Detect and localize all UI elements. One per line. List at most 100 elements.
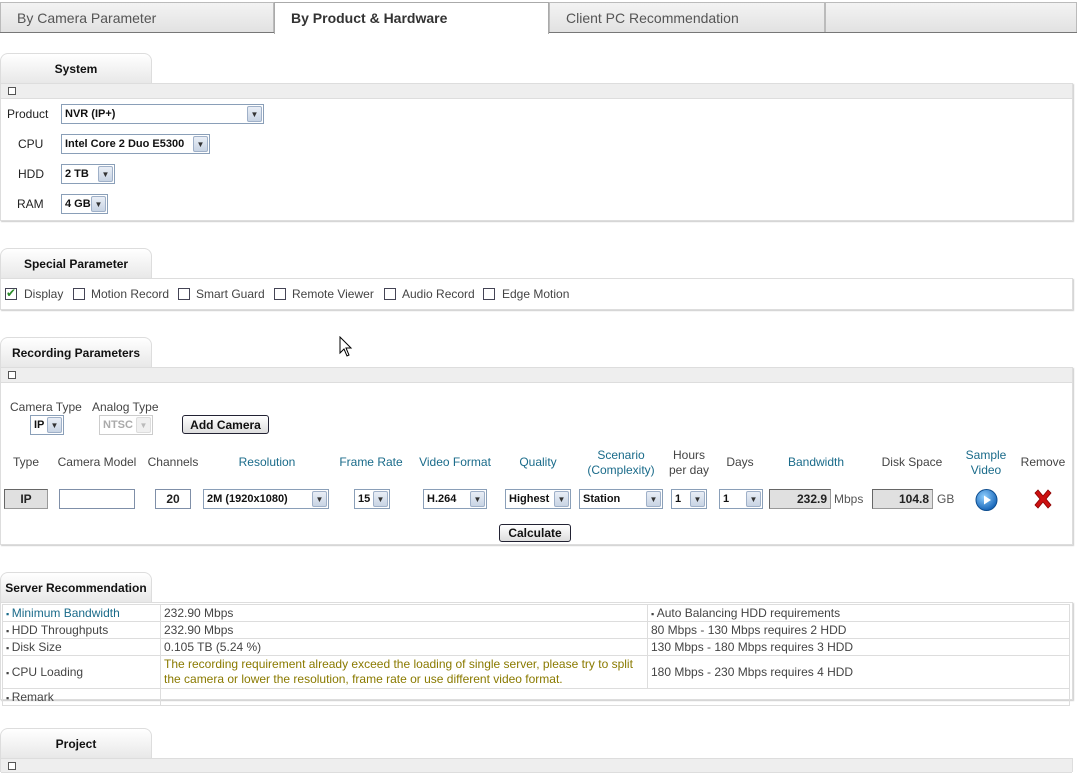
col-frame-rate: Frame Rate [339, 455, 403, 469]
days-value: 1 [723, 493, 730, 505]
disk-space-unit: GB [937, 492, 955, 506]
mouse-cursor-icon [339, 336, 353, 357]
project-collapse-bar[interactable] [1, 759, 1072, 773]
col-camera-model: Camera Model [57, 455, 137, 469]
disk-size-label: Disk Size [2, 638, 161, 656]
table-row: Remark [2, 688, 1070, 706]
product-select-value: NVR (IP+) [65, 108, 116, 120]
audio-record-checkbox-label: Audio Record [402, 287, 475, 301]
auto-balancing-label: Auto Balancing HDD requirements [647, 604, 1070, 622]
tab-bar: By Camera Parameter By Product & Hardwar… [0, 0, 1077, 34]
chevron-down-icon: ▼ [193, 136, 208, 152]
calculate-button[interactable]: Calculate [499, 524, 571, 542]
server-section-title: Server Recommendation [0, 572, 152, 602]
play-icon[interactable] [975, 489, 998, 511]
video-format-value: H.264 [427, 493, 457, 505]
camera-type-value: IP [34, 419, 45, 431]
server-recommendation-table: Minimum Bandwidth 232.90 Mbps Auto Balan… [2, 604, 1070, 706]
tab-client-pc-recommendation[interactable]: Client PC Recommendation [549, 2, 825, 32]
edge-motion-checkbox[interactable] [483, 288, 495, 300]
display-checkbox[interactable] [5, 286, 17, 300]
cpu-label: CPU [18, 137, 44, 151]
frame-rate-value: 15 [358, 493, 371, 505]
tab-by-product-hardware[interactable]: By Product & Hardware [274, 2, 549, 34]
system-section-title: System [0, 53, 152, 83]
remark-label: Remark [2, 688, 161, 706]
analog-type-select[interactable]: NTSC ▼ [99, 415, 153, 435]
table-row: Minimum Bandwidth 232.90 Mbps Auto Balan… [2, 604, 1070, 622]
col-remove: Remove [1020, 455, 1066, 469]
hdd-requirement-3: 130 Mbps - 180 Mbps requires 3 HDD [647, 638, 1070, 656]
add-camera-button[interactable]: Add Camera [182, 415, 269, 434]
quality-value: Highest [509, 493, 550, 505]
hdd-select-value: 2 TB [65, 168, 89, 180]
smart-guard-checkbox[interactable] [178, 288, 190, 300]
system-collapse-bar[interactable] [1, 84, 1072, 99]
audio-record-checkbox[interactable] [384, 288, 396, 300]
channels-input[interactable]: 20 [155, 489, 191, 509]
table-row: CPU Loading The recording requirement al… [2, 655, 1070, 689]
camera-type-select[interactable]: IP ▼ [30, 415, 64, 435]
col-sample-video: Sample Video [960, 448, 1012, 478]
col-type: Type [12, 455, 39, 469]
ram-select-value: 4 GB [65, 198, 91, 210]
analog-type-label: Analog Type [92, 400, 159, 414]
col-channels: Channels [147, 455, 199, 469]
collapse-icon[interactable] [8, 371, 16, 379]
chevron-down-icon: ▼ [690, 491, 705, 507]
col-scenario-line2: (Complexity) [587, 463, 655, 477]
hdd-requirement-4: 180 Mbps - 230 Mbps requires 4 HDD [647, 655, 1070, 689]
col-hours: Hours per day [664, 448, 714, 478]
bandwidth-value: 232.9 [769, 489, 831, 509]
hdd-label: HDD [18, 167, 44, 181]
quality-select[interactable]: Highest ▼ [505, 489, 571, 509]
col-bandwidth: Bandwidth [787, 455, 845, 469]
remote-viewer-checkbox-label: Remote Viewer [292, 287, 374, 301]
chevron-down-icon: ▼ [91, 196, 106, 212]
camera-model-input[interactable] [59, 489, 135, 509]
frame-rate-select[interactable]: 15 ▼ [354, 489, 390, 509]
col-scenario-line1: Scenario [597, 448, 645, 462]
days-select[interactable]: 1 ▼ [719, 489, 763, 509]
project-section-title: Project [0, 728, 152, 758]
hours-select[interactable]: 1 ▼ [671, 489, 707, 509]
resolution-select[interactable]: 2M (1920x1080) ▼ [203, 489, 329, 509]
ram-select[interactable]: 4 GB ▼ [61, 194, 108, 214]
cpu-loading-label: CPU Loading [2, 655, 161, 689]
chevron-down-icon: ▼ [47, 417, 62, 433]
remote-viewer-checkbox[interactable] [274, 288, 286, 300]
recording-collapse-bar[interactable] [1, 368, 1072, 383]
chevron-down-icon: ▼ [98, 166, 113, 182]
special-section-title: Special Parameter [0, 248, 152, 278]
smart-guard-checkbox-label: Smart Guard [196, 287, 265, 301]
tab-empty [825, 2, 1077, 32]
bandwidth-unit: Mbps [834, 492, 864, 506]
col-scenario: Scenario (Complexity) [580, 448, 662, 478]
tab-by-camera-parameter[interactable]: By Camera Parameter [0, 2, 274, 32]
camera-type-label: Camera Type [10, 400, 82, 414]
minimum-bandwidth-label[interactable]: Minimum Bandwidth [2, 604, 161, 622]
col-video-format: Video Format [419, 455, 491, 469]
chevron-down-icon: ▼ [247, 106, 262, 122]
chevron-down-icon: ▼ [312, 491, 327, 507]
remove-icon[interactable] [1032, 488, 1054, 510]
product-select[interactable]: NVR (IP+) ▼ [61, 104, 264, 124]
recording-section-title: Recording Parameters [0, 337, 152, 367]
remark-value [160, 688, 1070, 706]
hdd-throughputs-label: HDD Throughputs [2, 621, 161, 639]
motion-record-checkbox[interactable] [73, 288, 85, 300]
hours-value: 1 [675, 493, 682, 505]
cpu-select[interactable]: Intel Core 2 Duo E5300 ▼ [61, 134, 210, 154]
hdd-select[interactable]: 2 TB ▼ [61, 164, 115, 184]
table-row: HDD Throughputs 232.90 Mbps 80 Mbps - 13… [2, 621, 1070, 639]
cpu-select-value: Intel Core 2 Duo E5300 [65, 138, 185, 150]
col-hours-line1: Hours [672, 448, 705, 462]
collapse-icon[interactable] [8, 762, 16, 770]
col-hours-line2: per day [668, 463, 710, 477]
edge-motion-checkbox-label: Edge Motion [502, 287, 570, 301]
video-format-select[interactable]: H.264 ▼ [423, 489, 487, 509]
collapse-icon[interactable] [8, 87, 16, 95]
chevron-down-icon: ▼ [746, 491, 761, 507]
ram-label: RAM [17, 197, 44, 211]
scenario-select[interactable]: Station ▼ [579, 489, 663, 509]
